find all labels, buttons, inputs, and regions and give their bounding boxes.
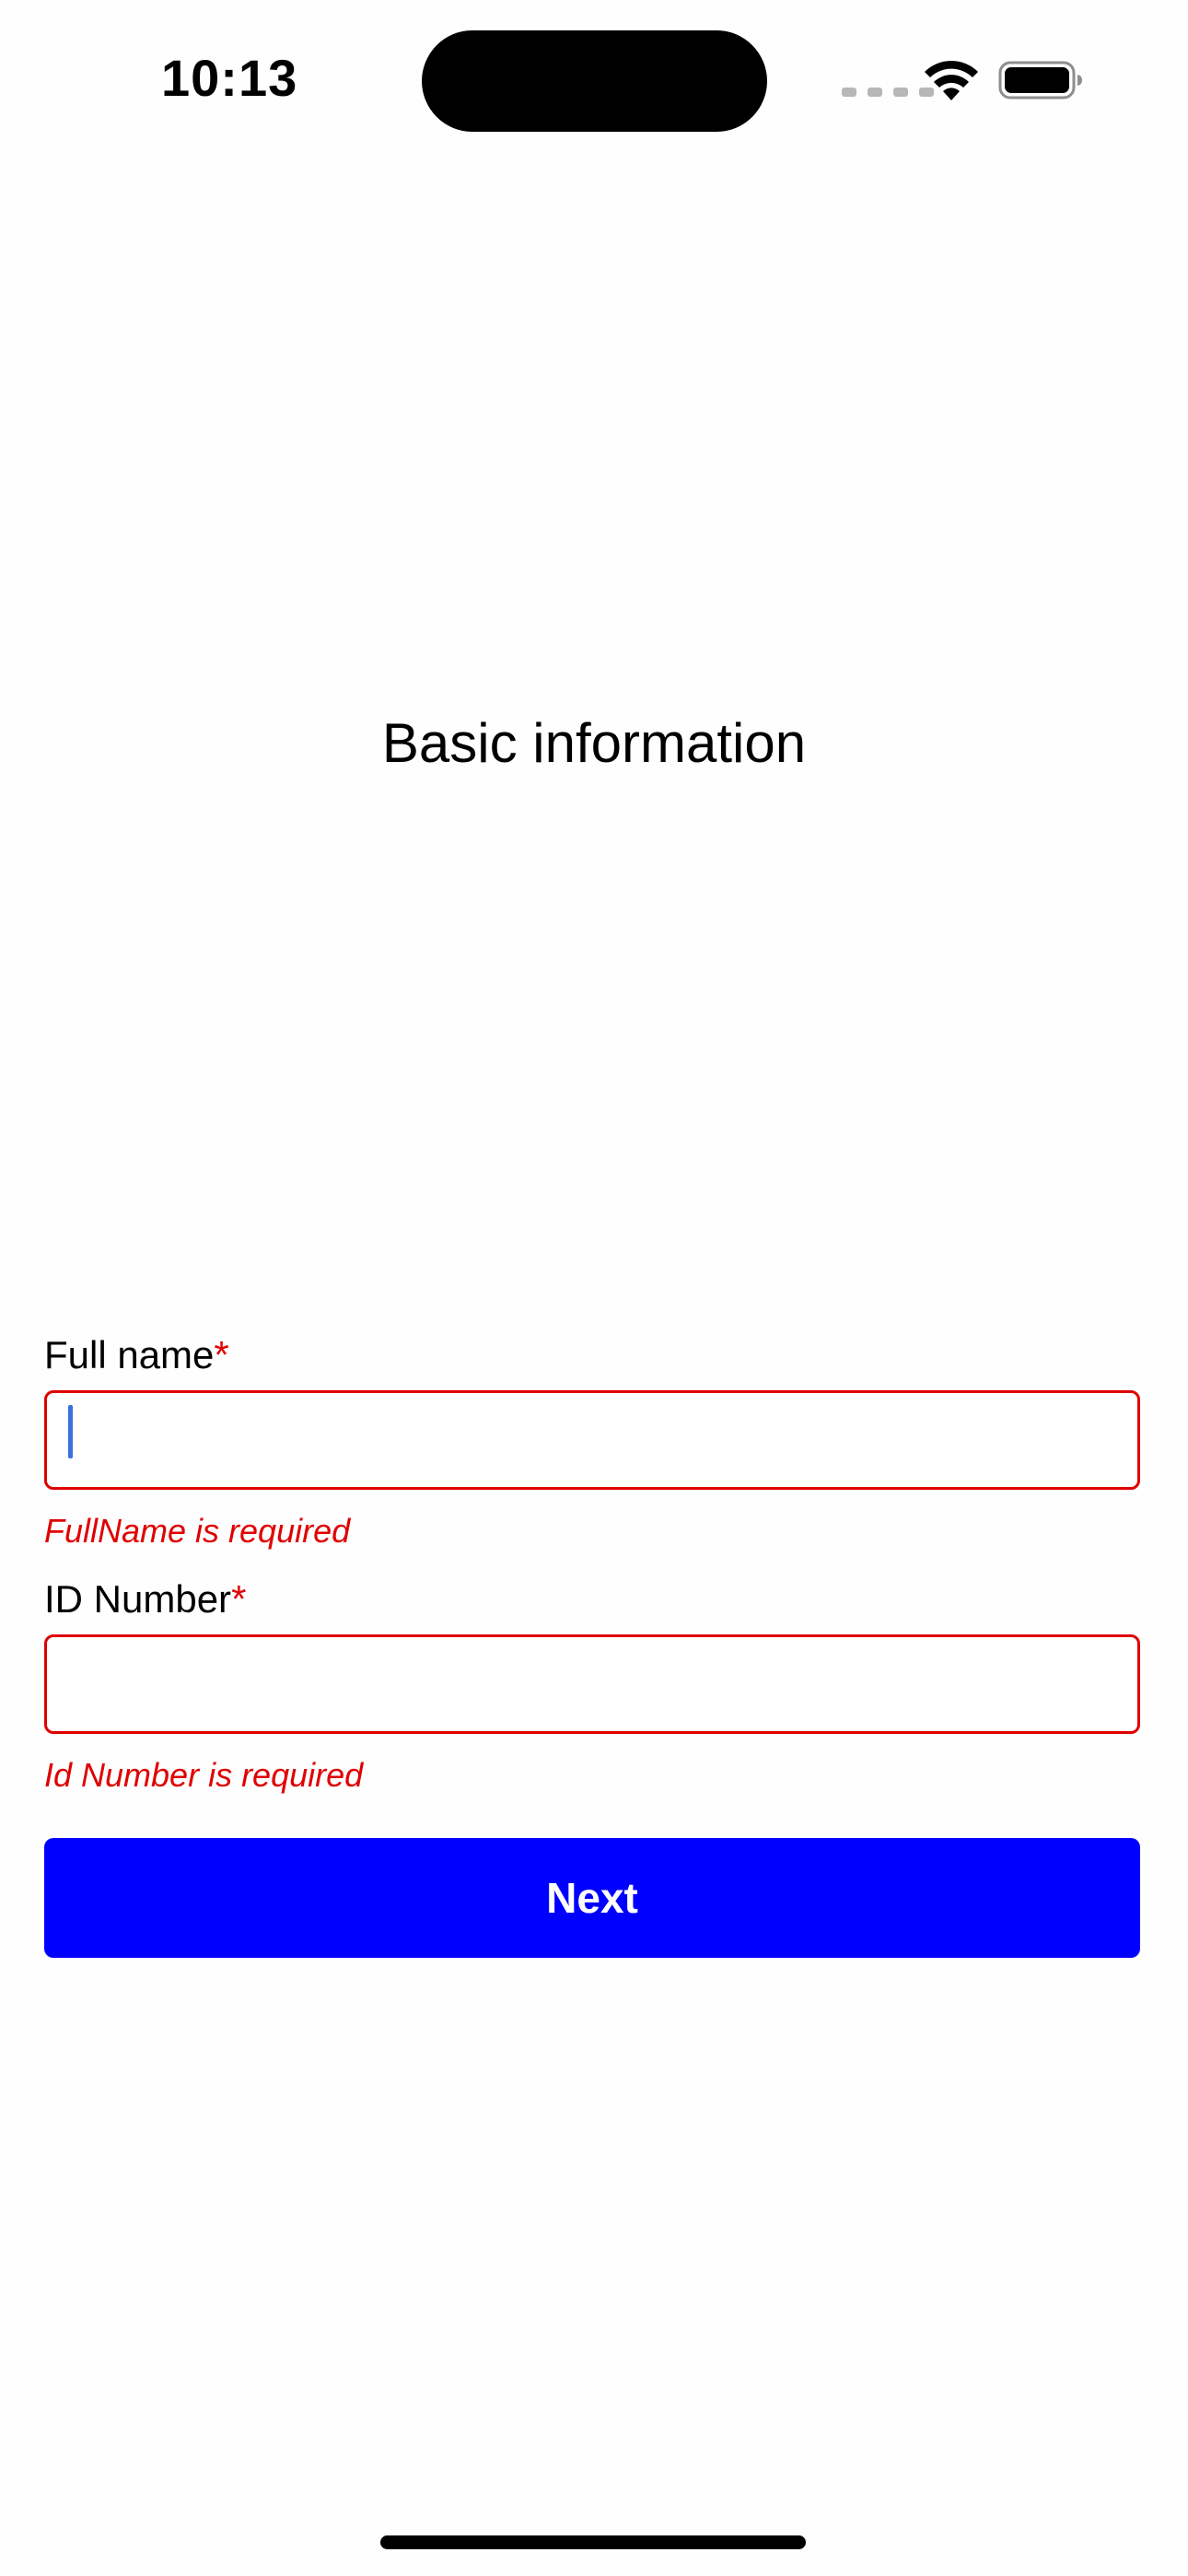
- full-name-label: Full name*: [44, 1332, 229, 1378]
- full-name-label-text: Full name: [44, 1333, 215, 1376]
- id-number-error: Id Number is required: [44, 1756, 364, 1794]
- required-asterisk: *: [231, 1577, 247, 1621]
- text-caret: [68, 1405, 73, 1458]
- dynamic-island: [422, 30, 767, 132]
- full-name-input[interactable]: [44, 1390, 1140, 1490]
- wifi-icon: [925, 60, 978, 100]
- id-number-label-text: ID Number: [44, 1577, 232, 1621]
- battery-icon: [998, 61, 1082, 100]
- full-name-error: FullName is required: [44, 1512, 351, 1550]
- cellular-signal-icon: [842, 88, 934, 97]
- home-indicator[interactable]: [380, 2535, 806, 2549]
- required-asterisk: *: [214, 1333, 229, 1376]
- next-button[interactable]: Next: [44, 1838, 1140, 1958]
- id-number-label: ID Number*: [44, 1576, 246, 1622]
- page-title: Basic information: [381, 712, 807, 774]
- id-number-input[interactable]: [44, 1634, 1140, 1734]
- status-time: 10:13: [161, 49, 298, 107]
